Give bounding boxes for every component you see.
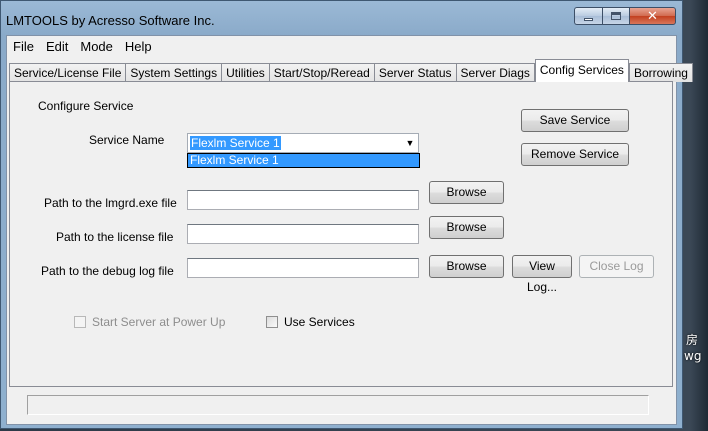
service-name-combobox[interactable]: Flexlm Service 1 ▼ <box>187 133 419 153</box>
menu-file[interactable]: File <box>7 37 40 56</box>
menu-edit[interactable]: Edit <box>40 37 74 56</box>
lmgrd-path-label: Path to the lmgrd.exe file <box>44 196 177 210</box>
remove-service-button[interactable]: Remove Service <box>521 143 629 166</box>
minimize-button[interactable] <box>574 7 602 25</box>
tab-config-services[interactable]: Config Services <box>534 59 629 82</box>
tab-service-license-file[interactable]: Service/License File <box>9 63 127 82</box>
menu-mode[interactable]: Mode <box>74 37 119 56</box>
tab-system-settings[interactable]: System Settings <box>125 63 223 82</box>
license-path-input[interactable] <box>187 224 419 244</box>
close-icon: ✕ <box>647 8 658 23</box>
tab-start-stop-reread[interactable]: Start/Stop/Reread <box>268 63 375 82</box>
tab-server-status[interactable]: Server Status <box>373 63 457 82</box>
license-path-label: Path to the license file <box>56 230 174 244</box>
debug-log-path-label: Path to the debug log file <box>41 264 174 278</box>
lmgrd-path-input[interactable] <box>187 190 419 210</box>
window-title: LMTOOLS by Acresso Software Inc. <box>6 13 215 28</box>
use-services-label: Use Services <box>284 315 355 329</box>
client-area: File Edit Mode Help Service/License File… <box>6 35 693 425</box>
maximize-button[interactable] <box>602 7 629 25</box>
minimize-icon <box>584 18 593 21</box>
dropdown-option[interactable]: Flexlm Service 1 <box>188 154 419 167</box>
debug-log-path-input[interactable] <box>187 258 419 278</box>
configure-service-heading: Configure Service <box>38 99 134 113</box>
use-services-checkbox[interactable] <box>266 316 278 328</box>
desktop-text-fragment: wg <box>684 349 702 363</box>
start-at-power-up-label: Start Server at Power Up <box>92 315 226 329</box>
title-bar[interactable]: LMTOOLS by Acresso Software Inc. ✕ <box>1 1 682 35</box>
start-at-power-up-checkbox[interactable] <box>74 316 86 328</box>
lmtools-window: LMTOOLS by Acresso Software Inc. ✕ File … <box>0 0 693 429</box>
caption-buttons: ✕ <box>574 7 676 27</box>
menu-help[interactable]: Help <box>119 37 158 56</box>
menu-bar: File Edit Mode Help <box>7 36 676 57</box>
save-service-button[interactable]: Save Service <box>521 109 629 132</box>
tab-strip: Service/License File System Settings Uti… <box>9 58 693 82</box>
service-name-value: Flexlm Service 1 <box>190 136 281 150</box>
browse-license-button[interactable]: Browse <box>429 216 504 239</box>
browse-debug-log-button[interactable]: Browse <box>429 255 504 278</box>
service-name-dropdown-list: Flexlm Service 1 <box>187 153 420 168</box>
tab-borrowing[interactable]: Borrowing <box>628 63 693 82</box>
maximize-icon <box>611 12 621 20</box>
tab-utilities[interactable]: Utilities <box>221 63 270 82</box>
status-bar <box>27 395 649 415</box>
chevron-down-icon[interactable]: ▼ <box>402 134 418 152</box>
close-button[interactable]: ✕ <box>629 7 676 25</box>
desktop-text-fragment: 房 <box>686 333 699 347</box>
tab-server-diags[interactable]: Server Diags <box>455 63 535 82</box>
close-log-button[interactable]: Close Log <box>579 255 654 278</box>
view-log-button[interactable]: View Log... <box>512 255 572 294</box>
browse-lmgrd-button[interactable]: Browse <box>429 181 504 204</box>
service-name-label: Service Name <box>89 133 165 147</box>
config-services-panel: Configure Service Service Name Flexlm Se… <box>9 81 673 387</box>
